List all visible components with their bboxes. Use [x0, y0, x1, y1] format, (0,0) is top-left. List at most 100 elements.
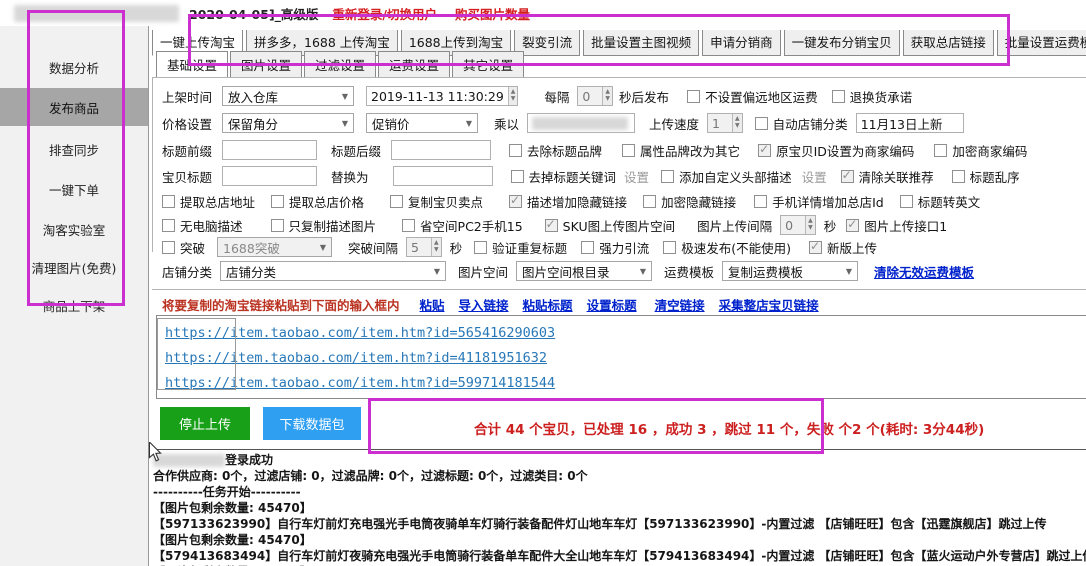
arrow-down-icon[interactable]: ▼	[808, 224, 813, 232]
sidebar-item-taoke-lab[interactable]: 淘客实验室	[0, 210, 148, 248]
title-prefix-input[interactable]	[222, 140, 318, 160]
image-space-dropdown[interactable]: 图片空间根目录 ▼	[516, 261, 653, 281]
checkbox-box[interactable]	[951, 169, 965, 183]
set-title-link[interactable]: 设置标题	[587, 295, 637, 314]
checkbox-box[interactable]	[643, 195, 657, 208]
log-area[interactable]: 登录成功 合作供应商: 0个，过滤店铺: 0，过滤品牌: 0个，过滤标题: 0个…	[149, 449, 1086, 566]
upload-speed-spinner[interactable]: 1 ▲ ▼	[707, 113, 743, 133]
keep-decimal-dropdown[interactable]: 保留角分 ▼	[222, 113, 355, 133]
price-type-dropdown[interactable]: 促销价 ▼	[366, 113, 479, 133]
checkbox-box[interactable]	[808, 239, 822, 254]
checkbox-box[interactable]	[831, 89, 845, 103]
arrow-down-icon[interactable]: ▼	[735, 122, 740, 130]
checkbox-box[interactable]	[509, 143, 523, 157]
checkbox-box[interactable]	[754, 116, 768, 130]
subtab-freight-settings[interactable]: 运费设置	[378, 51, 451, 78]
checkbox-title-to-english[interactable]: 标题转英文	[899, 192, 980, 211]
checkbox-box[interactable]	[509, 193, 523, 208]
sidebar-item-product-on-off[interactable]: 商品上下架	[0, 286, 148, 324]
spinner-arrows[interactable]: ▲ ▼	[431, 238, 441, 256]
item-title-input[interactable]	[222, 166, 318, 186]
arrow-down-icon[interactable]: ▼	[511, 95, 516, 103]
sidebar-item-publish-product[interactable]: 发布商品	[0, 88, 148, 126]
checkbox-return-promise[interactable]: 退换货承诺	[831, 87, 912, 106]
image-interval-spinner[interactable]: 0 ▲ ▼	[780, 215, 816, 235]
checkbox-extract-store-address[interactable]: 提取总店地址	[162, 192, 255, 211]
collect-store-links-link[interactable]: 采集整店宝贝链接	[719, 295, 819, 314]
paste-title-link[interactable]: 粘贴标题	[523, 295, 573, 314]
clear-invalid-freight-link[interactable]: 清除无效运费模板	[874, 262, 974, 281]
checkbox-box[interactable]	[510, 169, 524, 183]
checkbox-remove-title-brand[interactable]: 去除标题品牌	[509, 141, 602, 160]
checkbox-sku-image-upload[interactable]: SKU图上传图片空间	[544, 216, 675, 235]
checkbox-box[interactable]	[899, 195, 913, 208]
checkbox-box[interactable]	[846, 217, 860, 232]
checkbox-clear-related[interactable]: 清除关联推荐	[840, 167, 934, 186]
sidebar-item-clean-images[interactable]: 清理图片(免费)	[0, 248, 148, 286]
tab-batch-main-video[interactable]: 批量设置主图视频	[583, 30, 700, 56]
download-datapack-button[interactable]: 下载数据包	[263, 407, 361, 440]
checkbox-box[interactable]	[934, 143, 948, 157]
checkbox-encrypt-merchant-code[interactable]: 加密商家编码	[934, 141, 1027, 160]
paste-link[interactable]: 粘贴	[420, 295, 445, 314]
checkbox-fast-publish[interactable]: 极速发布(不能使用)	[663, 238, 791, 257]
url-link[interactable]: https://item.taobao.com/item.htm?id=4118…	[165, 346, 1079, 371]
datetime-picker[interactable]: 2019-11-13 11:30:29 ▲ ▼	[366, 86, 519, 106]
checkbox-box[interactable]	[661, 169, 675, 183]
clear-links-link[interactable]: 清空链接	[655, 295, 705, 314]
subtab-image-settings[interactable]: 图片设置	[230, 51, 303, 78]
checkbox-breakthrough[interactable]: 突破	[162, 238, 205, 257]
set-header-link[interactable]: 设置	[802, 167, 827, 186]
spinner-arrows[interactable]: ▲ ▼	[602, 87, 613, 105]
checkbox-strong-traffic[interactable]: 强力引流	[581, 238, 649, 257]
checkbox-save-space[interactable]: 省空间PC2手机15	[402, 216, 523, 235]
tab-get-store-links[interactable]: 获取总店链接	[902, 30, 994, 56]
every-seconds-spinner[interactable]: 0 ▲ ▼	[577, 86, 614, 106]
set-keyword-link[interactable]: 设置	[624, 167, 649, 186]
breakthrough-interval-spinner[interactable]: 5 ▲ ▼	[406, 237, 442, 257]
checkbox-box[interactable]	[663, 240, 677, 254]
subtab-other-settings[interactable]: 其它设置	[452, 51, 525, 78]
checkbox-custom-header-desc[interactable]: 添加自定义头部描述	[661, 167, 792, 186]
title-suffix-input[interactable]	[391, 140, 492, 160]
arrow-down-icon[interactable]: ▼	[434, 246, 439, 254]
checkbox-only-desc-images[interactable]: 只复制描述图片	[270, 216, 376, 235]
checkbox-box[interactable]	[687, 89, 701, 103]
checkbox-attr-brand-other[interactable]: 属性品牌改为其它	[622, 141, 740, 160]
breakthrough-dropdown[interactable]: 1688突破 ▼	[217, 237, 333, 257]
tab-apply-distributor[interactable]: 申请分销商	[702, 30, 781, 56]
checkbox-box[interactable]	[271, 195, 285, 208]
arrow-down-icon[interactable]: ▼	[605, 95, 610, 103]
buy-images-link[interactable]: 购买图片数量	[455, 4, 530, 23]
multiply-input[interactable]	[527, 113, 636, 133]
checkbox-verify-duplicate-title[interactable]: 验证重复标题	[474, 238, 567, 257]
url-link[interactable]: https://item.taobao.com/item.htm?id=5654…	[165, 321, 1079, 346]
checkbox-box[interactable]	[758, 142, 772, 157]
url-input-box[interactable]: https://item.taobao.com/item.htm?id=5654…	[156, 315, 1086, 399]
subtab-basic-settings[interactable]: 基础设置	[156, 51, 229, 78]
checkbox-remove-title-keyword[interactable]: 去掉标题关键词	[510, 167, 616, 186]
checkbox-box[interactable]	[402, 218, 416, 232]
checkbox-box[interactable]	[162, 195, 175, 208]
checkbox-box[interactable]	[474, 240, 488, 254]
stop-upload-button[interactable]: 停止上传	[160, 407, 250, 440]
checkbox-new-upload[interactable]: 新版上传	[808, 238, 877, 257]
checkbox-auto-store-category[interactable]: 自动店铺分类	[754, 114, 848, 133]
checkbox-box[interactable]	[622, 143, 636, 157]
checkbox-box[interactable]	[390, 195, 404, 208]
sidebar-item-data-analysis[interactable]: 数据分析	[0, 48, 148, 86]
checkbox-box[interactable]	[162, 218, 175, 232]
checkbox-box[interactable]	[544, 217, 558, 232]
checkbox-copy-sellpoint[interactable]: 复制宝贝卖点	[390, 192, 483, 211]
checkbox-box[interactable]	[581, 240, 595, 254]
checkbox-box[interactable]	[270, 218, 284, 232]
checkbox-box[interactable]	[162, 240, 175, 254]
checkbox-no-remote-freight[interactable]: 不设置偏远地区运费	[687, 87, 818, 106]
checkbox-shuffle-title[interactable]: 标题乱序	[951, 167, 1020, 186]
checkbox-no-pc-desc[interactable]: 无电脑描述	[162, 216, 243, 235]
url-link[interactable]: https://item.taobao.com/item.htm?id=5997…	[165, 371, 1079, 396]
checkbox-extract-store-price[interactable]: 提取总店价格	[271, 192, 364, 211]
spinner-arrows[interactable]: ▲ ▼	[805, 216, 815, 234]
spinner-arrows[interactable]: ▲ ▼	[732, 114, 742, 132]
relogin-link[interactable]: 重新登录/切换用户	[332, 4, 437, 23]
